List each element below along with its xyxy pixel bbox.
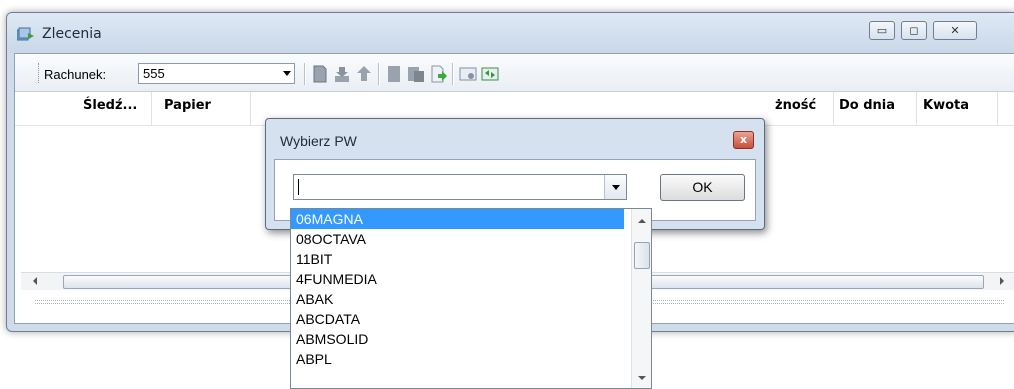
list-item[interactable]: ABPL bbox=[291, 349, 624, 369]
text-caret bbox=[298, 179, 299, 195]
list-item[interactable]: 11BIT bbox=[291, 249, 624, 269]
scroll-down-icon[interactable] bbox=[638, 376, 646, 380]
title-bar[interactable]: Zlecenia ▭ ◻ ✕ bbox=[7, 13, 1014, 53]
vertical-scrollbar[interactable] bbox=[631, 209, 651, 388]
minimize-button[interactable]: ▭ bbox=[869, 21, 895, 40]
pages-icon[interactable] bbox=[407, 65, 425, 83]
toolbar-separator bbox=[304, 63, 306, 85]
list-item[interactable]: 08OCTAVA bbox=[291, 229, 624, 249]
ok-button[interactable]: OK bbox=[660, 174, 745, 201]
sync-icon[interactable] bbox=[481, 65, 499, 83]
column-divider[interactable] bbox=[833, 92, 834, 126]
column-divider[interactable] bbox=[997, 92, 998, 126]
maximize-button[interactable]: ◻ bbox=[901, 21, 927, 40]
settings-table-icon[interactable] bbox=[459, 65, 477, 83]
window-title: Zlecenia bbox=[42, 26, 102, 42]
list-item[interactable]: ABCDATA bbox=[291, 309, 624, 329]
toolbar-separator bbox=[378, 63, 380, 85]
column-divider[interactable] bbox=[916, 92, 917, 126]
chevron-down-icon[interactable] bbox=[283, 71, 291, 76]
dialog-close-button[interactable]: x bbox=[733, 131, 754, 149]
dialog-title: Wybierz PW bbox=[280, 133, 357, 149]
column-header[interactable]: Do dnia bbox=[839, 92, 895, 126]
toolbar-grip[interactable] bbox=[38, 63, 41, 83]
list-item[interactable]: ABMSOLID bbox=[291, 329, 624, 349]
toolbar-separator bbox=[452, 63, 454, 85]
document-export-icon[interactable] bbox=[429, 65, 447, 83]
list-item[interactable]: 4FUNMEDIA bbox=[291, 269, 624, 289]
column-divider[interactable] bbox=[250, 92, 251, 126]
scroll-thumb[interactable] bbox=[634, 242, 650, 269]
list-item-selected[interactable]: 06MAGNA bbox=[291, 209, 624, 229]
list-item[interactable]: ABAK bbox=[291, 289, 624, 309]
page-icon[interactable] bbox=[385, 65, 403, 83]
scroll-right-icon[interactable] bbox=[1000, 277, 1004, 285]
toolbar: Rachunek: 555 bbox=[15, 54, 1014, 92]
rachunek-label: Rachunek: bbox=[44, 67, 107, 82]
rachunek-combobox[interactable]: 555 bbox=[138, 63, 295, 84]
document-icon[interactable] bbox=[311, 65, 329, 83]
rachunek-value: 555 bbox=[143, 66, 165, 81]
column-divider[interactable] bbox=[151, 92, 152, 126]
column-header[interactable]: Papier bbox=[164, 92, 211, 126]
upload-icon[interactable] bbox=[355, 65, 373, 83]
orders-app-icon bbox=[17, 27, 34, 41]
chevron-down-icon[interactable] bbox=[604, 175, 626, 199]
column-header[interactable]: żność bbox=[775, 92, 816, 126]
scroll-up-icon[interactable] bbox=[638, 219, 646, 223]
pw-dropdown-list[interactable]: 06MAGNA 08OCTAVA 11BIT 4FUNMEDIA ABAK AB… bbox=[290, 208, 652, 389]
pw-combobox[interactable] bbox=[293, 174, 627, 200]
download-icon[interactable] bbox=[333, 65, 351, 83]
column-header[interactable]: Śledź... bbox=[83, 92, 137, 126]
close-button[interactable]: ✕ bbox=[933, 21, 977, 40]
scroll-left-icon[interactable] bbox=[33, 277, 37, 285]
column-header[interactable]: Kwota bbox=[923, 92, 969, 126]
